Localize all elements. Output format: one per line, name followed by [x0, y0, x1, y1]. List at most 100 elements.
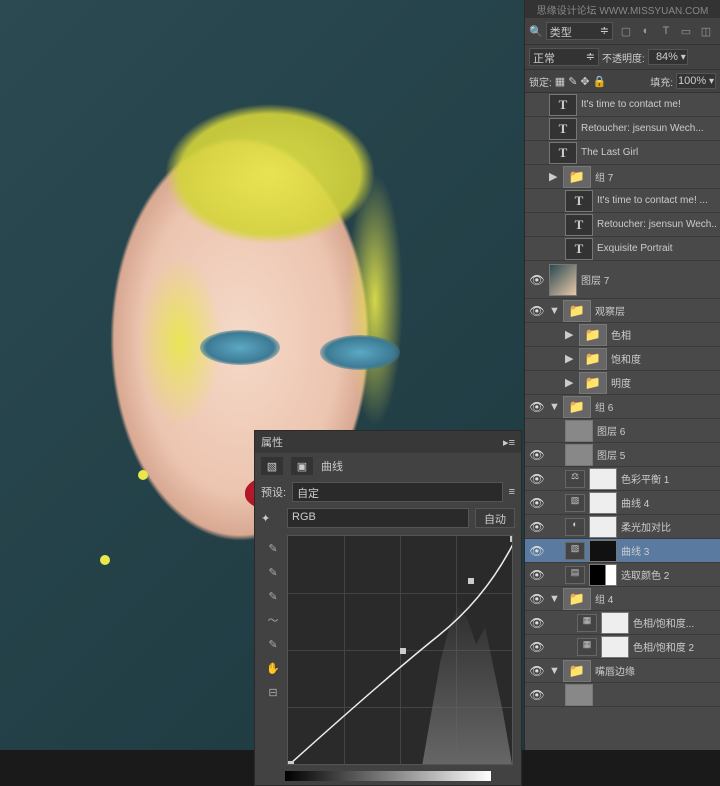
visibility-toggle[interactable]: 👁 — [529, 122, 545, 136]
disclosure-triangle[interactable]: ▶ — [565, 376, 575, 389]
layer-name[interactable]: 柔光加对比 — [621, 519, 716, 534]
layer-name[interactable]: 观察层 — [595, 303, 716, 318]
layer-name[interactable]: The Last Girl — [581, 147, 716, 158]
layer-name[interactable]: Exquisite Portrait — [597, 243, 716, 254]
lock-position-icon[interactable]: ✥ — [580, 75, 589, 88]
layer-name[interactable]: 选取颜色 2 — [621, 567, 716, 582]
visibility-toggle[interactable]: 👁 — [529, 242, 545, 256]
visibility-toggle[interactable]: 👁 — [529, 496, 545, 510]
filter-type-icon[interactable]: T — [658, 23, 674, 39]
layer-mask-thumbnail[interactable] — [589, 468, 617, 490]
preset-dropdown[interactable]: 自定 — [292, 482, 503, 502]
lock-all-icon[interactable]: 🔒 — [593, 75, 607, 88]
curves-graph[interactable] — [287, 535, 513, 765]
layer-row[interactable]: 👁⚖色彩平衡 1 — [525, 467, 720, 491]
layer-row[interactable]: 👁TRetoucher: jsensun Wech... — [525, 213, 720, 237]
layer-mask-thumbnail[interactable] — [601, 636, 629, 658]
search-icon[interactable]: 🔍 — [529, 25, 543, 38]
layer-row[interactable]: 👁▤选取颜色 2 — [525, 563, 720, 587]
lock-transparent-icon[interactable]: ▦ — [555, 75, 565, 88]
layer-name[interactable]: 图层 5 — [597, 447, 716, 462]
visibility-toggle[interactable]: 👁 — [529, 664, 545, 678]
curves-tool-icon[interactable]: ✦ — [261, 512, 281, 525]
layer-row[interactable]: 👁TRetoucher: jsensun Wech... — [525, 117, 720, 141]
layers-list[interactable]: 👁TIt's time to contact me!👁TRetoucher: j… — [525, 93, 720, 753]
blend-mode-dropdown[interactable]: 正常 ≑ — [529, 48, 599, 66]
layer-name[interactable]: Retoucher: jsensun Wech... — [597, 219, 716, 230]
eyedropper-white-icon[interactable]: ✎ — [261, 587, 285, 605]
layer-row[interactable]: 👁 图层 5 — [525, 443, 720, 467]
visibility-toggle[interactable]: 👁 — [529, 568, 545, 582]
fill-input[interactable]: 100% ▾ — [676, 73, 716, 89]
disclosure-triangle[interactable]: ▼ — [549, 305, 559, 317]
visibility-toggle[interactable]: 👁 — [529, 400, 545, 414]
visibility-toggle[interactable]: 👁 — [529, 170, 545, 184]
eyedropper-gray-icon[interactable]: ✎ — [261, 563, 285, 581]
layer-name[interactable]: Retoucher: jsensun Wech... — [581, 123, 716, 134]
draw-curve-icon[interactable]: ✎ — [261, 635, 285, 653]
clip-icon[interactable]: ⊟ — [261, 683, 285, 701]
visibility-toggle[interactable]: 👁 — [529, 448, 545, 462]
visibility-toggle[interactable]: 👁 — [529, 616, 545, 630]
mask-tab-icon[interactable]: ▣ — [291, 457, 313, 475]
layer-row[interactable]: 👁TIt's time to contact me! ... — [525, 189, 720, 213]
visibility-toggle[interactable]: 👁 — [529, 352, 545, 366]
visibility-toggle[interactable]: 👁 — [529, 424, 545, 438]
disclosure-triangle[interactable]: ▼ — [549, 593, 559, 605]
layer-name[interactable]: 曲线 4 — [621, 495, 716, 510]
layer-name[interactable]: 色相 — [611, 327, 716, 342]
visibility-toggle[interactable]: 👁 — [529, 544, 545, 558]
visibility-toggle[interactable]: 👁 — [529, 592, 545, 606]
layer-row[interactable]: 👁▶📁明度 — [525, 371, 720, 395]
layer-mask-thumbnail[interactable] — [589, 492, 617, 514]
layer-mask-thumbnail[interactable] — [589, 516, 617, 538]
visibility-toggle[interactable]: 👁 — [529, 472, 545, 486]
lock-paint-icon[interactable]: ✎ — [568, 75, 577, 88]
properties-header[interactable]: 属性 ▸≡ — [255, 431, 521, 453]
layer-name[interactable]: 明度 — [611, 375, 716, 390]
visibility-toggle[interactable]: 👁 — [529, 98, 545, 112]
layer-row[interactable]: 👁▦色相/饱和度 2 — [525, 635, 720, 659]
layer-mask-thumbnail[interactable] — [601, 612, 629, 634]
panel-menu-icon[interactable]: ▸≡ — [503, 436, 515, 449]
layer-row[interactable]: 👁▶📁色相 — [525, 323, 720, 347]
layer-row[interactable]: 👁TExquisite Portrait — [525, 237, 720, 261]
filter-shape-icon[interactable]: ▭ — [678, 23, 694, 39]
layer-row[interactable]: 👁▶📁饱和度 — [525, 347, 720, 371]
layer-name[interactable]: 图层 6 — [597, 423, 716, 438]
eyedropper-black-icon[interactable]: ✎ — [261, 539, 285, 557]
layer-name[interactable]: It's time to contact me! — [581, 99, 716, 110]
layer-row[interactable]: 👁▼📁观察层 — [525, 299, 720, 323]
visibility-toggle[interactable]: 👁 — [529, 328, 545, 342]
layer-name[interactable]: It's time to contact me! ... — [597, 195, 716, 206]
filter-smart-icon[interactable]: ◫ — [698, 23, 714, 39]
layer-row[interactable]: 👁TIt's time to contact me! — [525, 93, 720, 117]
layer-name[interactable]: 组 4 — [595, 591, 716, 606]
channel-dropdown[interactable]: RGB — [287, 508, 469, 528]
disclosure-triangle[interactable]: ▼ — [549, 401, 559, 413]
filter-adjust-icon[interactable]: ◐ — [638, 23, 654, 39]
layer-name[interactable]: 嘴唇边缘 — [595, 663, 716, 678]
layer-row[interactable]: 👁图层 7 — [525, 261, 720, 299]
disclosure-triangle[interactable]: ▼ — [549, 665, 559, 677]
layer-row[interactable]: 👁◐柔光加对比 — [525, 515, 720, 539]
layer-name[interactable]: 曲线 3 — [621, 543, 716, 558]
hand-icon[interactable]: ✋ — [261, 659, 285, 677]
visibility-toggle[interactable]: 👁 — [529, 273, 545, 287]
layer-name[interactable]: 色相/饱和度 2 — [633, 639, 716, 654]
preset-menu-icon[interactable]: ≡ — [509, 486, 515, 498]
disclosure-triangle[interactable]: ▶ — [565, 352, 575, 365]
layer-name[interactable]: 色彩平衡 1 — [621, 471, 716, 486]
layer-name[interactable]: 组 7 — [595, 169, 716, 184]
layer-row[interactable]: 👁 图层 6 — [525, 419, 720, 443]
layer-name[interactable]: 色相/饱和度... — [633, 615, 716, 630]
filter-pixel-icon[interactable]: ▢ — [618, 23, 634, 39]
opacity-input[interactable]: 84% ▾ — [648, 49, 688, 65]
visibility-toggle[interactable]: 👁 — [529, 520, 545, 534]
layer-row[interactable]: 👁TThe Last Girl — [525, 141, 720, 165]
layer-row[interactable]: 👁▼📁组 6 — [525, 395, 720, 419]
visibility-toggle[interactable]: 👁 — [529, 640, 545, 654]
disclosure-triangle[interactable]: ▶ — [565, 328, 575, 341]
layer-row[interactable]: 👁▧曲线 3 — [525, 539, 720, 563]
visibility-toggle[interactable]: 👁 — [529, 146, 545, 160]
